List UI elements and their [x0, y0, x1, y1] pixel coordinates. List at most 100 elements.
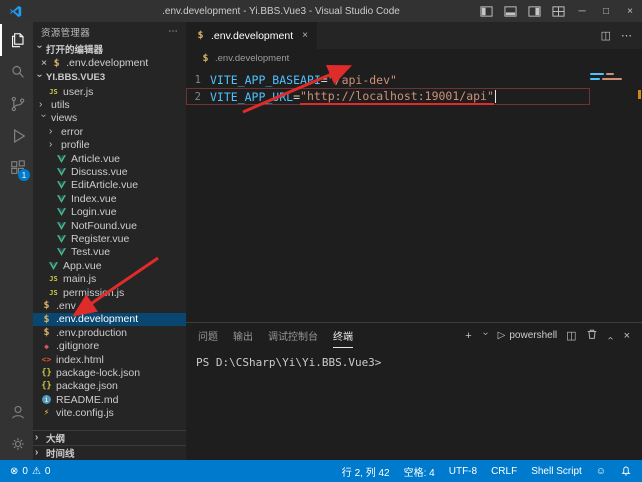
- vue-file-icon: [56, 235, 67, 243]
- open-editor-item[interactable]: × $ .env.development: [33, 56, 186, 70]
- indent-setting[interactable]: 空格: 4: [404, 464, 435, 479]
- tree-folder[interactable]: ›utils: [33, 98, 186, 111]
- encoding[interactable]: UTF-8: [449, 466, 477, 477]
- overview-ruler-mark: [638, 90, 641, 99]
- feedback-smiley-icon[interactable]: ☺: [596, 466, 606, 477]
- tree-folder[interactable]: ›profile: [33, 139, 186, 152]
- open-editors-header[interactable]: › 打开的编辑器: [33, 41, 186, 56]
- tab-terminal[interactable]: 终端: [333, 323, 353, 348]
- problems-status[interactable]: ⊗ 0 ⚠ 0: [10, 466, 50, 477]
- new-terminal-icon[interactable]: +: [465, 330, 471, 342]
- env-file-icon: $: [41, 300, 52, 311]
- close-tab-icon[interactable]: ×: [302, 30, 308, 41]
- explorer-sidebar: 资源管理器 ⋯ › 打开的编辑器 × $ .env.development › …: [33, 22, 186, 460]
- tree-item[interactable]: $.env: [33, 299, 186, 312]
- tree-item[interactable]: JSuser.js: [33, 85, 186, 98]
- timeline-section-header[interactable]: › 时间线: [33, 445, 186, 460]
- project-root-header[interactable]: › YI.BBS.VUE3: [33, 70, 186, 85]
- tree-item[interactable]: iREADME.md: [33, 393, 186, 406]
- activity-bar: 1: [0, 22, 33, 460]
- toggle-sidebar-icon[interactable]: [474, 0, 498, 22]
- tree-item[interactable]: $.env.production: [33, 326, 186, 339]
- tree-item[interactable]: ◆.gitignore: [33, 339, 186, 352]
- tree-item[interactable]: ⚡vite.config.js: [33, 406, 186, 419]
- search-icon[interactable]: [0, 56, 33, 88]
- terminal-shell-selector[interactable]: ▷ powershell: [498, 330, 558, 341]
- toggle-panel-icon[interactable]: [498, 0, 522, 22]
- js-file-icon: JS: [48, 88, 59, 96]
- sidebar-title-row: 资源管理器 ⋯: [33, 22, 186, 41]
- env-file-icon: $: [200, 53, 211, 64]
- env-file-icon: $: [41, 327, 52, 338]
- maximize-panel-icon[interactable]: ›: [606, 332, 616, 340]
- tree-item[interactable]: Register.vue: [33, 232, 186, 245]
- text-cursor: [495, 90, 496, 103]
- eol-setting[interactable]: CRLF: [491, 466, 517, 477]
- code-editor[interactable]: 1 VITE_APP_BASEAPI="/api-dev" 2 VITE_APP…: [186, 68, 642, 322]
- tab-env-development[interactable]: $ .env.development ×: [186, 22, 317, 49]
- warning-icon: ⚠: [32, 466, 41, 477]
- outline-section-header[interactable]: › 大纲: [33, 430, 186, 445]
- customize-layout-icon[interactable]: [546, 0, 570, 22]
- tree-item[interactable]: Index.vue: [33, 192, 186, 205]
- split-editor-icon[interactable]: ◫: [601, 29, 611, 42]
- notifications-bell-icon[interactable]: [620, 464, 632, 479]
- close-editor-icon[interactable]: ×: [41, 57, 47, 69]
- bottom-panel: 问题 输出 调试控制台 终端 + › ▷ powershell ◫: [186, 322, 642, 460]
- vue-file-icon: [56, 155, 67, 163]
- status-bar: ⊗ 0 ⚠ 0 行 2, 列 42 空格: 4 UTF-8 CRLF Shell…: [0, 460, 642, 482]
- tree-item[interactable]: Login.vue: [33, 206, 186, 219]
- editor-group: $ .env.development × ◫ ⋯ $ .env.developm…: [186, 22, 642, 460]
- tree-folder[interactable]: ›error: [33, 125, 186, 138]
- chevron-right-icon: ›: [49, 127, 57, 137]
- tree-item[interactable]: {}package.json: [33, 380, 186, 393]
- language-mode[interactable]: Shell Script: [531, 466, 582, 477]
- tree-folder[interactable]: ›views: [33, 112, 186, 125]
- close-panel-icon[interactable]: ×: [624, 330, 630, 342]
- tab-debug-console[interactable]: 调试控制台: [268, 323, 318, 348]
- more-actions-icon[interactable]: ⋯: [621, 29, 632, 42]
- tab-output[interactable]: 输出: [233, 323, 253, 348]
- run-debug-icon[interactable]: [0, 120, 33, 152]
- tree-item[interactable]: NotFound.vue: [33, 219, 186, 232]
- source-control-icon[interactable]: [0, 88, 33, 120]
- minimap[interactable]: [590, 73, 630, 83]
- terminal-play-icon: ▷: [498, 330, 506, 341]
- explorer-icon[interactable]: [0, 24, 33, 56]
- title-bar: .env.development - Yi.BBS.Vue3 - Visual …: [0, 0, 642, 22]
- cursor-position[interactable]: 行 2, 列 42: [342, 464, 390, 479]
- toggle-secondary-sidebar-icon[interactable]: [522, 0, 546, 22]
- tree-item[interactable]: {}package-lock.json: [33, 366, 186, 379]
- extensions-badge: 1: [18, 169, 30, 181]
- tab-problems[interactable]: 问题: [198, 323, 218, 348]
- json-file-icon: {}: [41, 368, 52, 378]
- tree-item[interactable]: JSpermission.js: [33, 286, 186, 299]
- launch-profile-chevron-icon[interactable]: ›: [480, 332, 490, 340]
- chevron-right-icon: ›: [49, 140, 57, 150]
- code-line-2[interactable]: 2 VITE_APP_URL="http://localhost:19001/a…: [186, 88, 590, 105]
- kill-terminal-icon[interactable]: [586, 328, 598, 343]
- vue-file-icon: [56, 222, 67, 230]
- tree-item-selected[interactable]: $.env.development: [33, 313, 186, 326]
- maximize-button[interactable]: □: [594, 0, 618, 22]
- tree-item[interactable]: Article.vue: [33, 152, 186, 165]
- breadcrumb[interactable]: $ .env.development: [186, 49, 642, 68]
- tree-item[interactable]: JSmain.js: [33, 272, 186, 285]
- tree-item[interactable]: EditArticle.vue: [33, 179, 186, 192]
- split-terminal-icon[interactable]: ◫: [566, 329, 576, 342]
- tree-item[interactable]: Discuss.vue: [33, 165, 186, 178]
- window-controls: ─ □ ×: [474, 0, 642, 22]
- code-line-1[interactable]: 1 VITE_APP_BASEAPI="/api-dev": [186, 71, 590, 88]
- minimize-button[interactable]: ─: [570, 0, 594, 22]
- tree-item[interactable]: App.vue: [33, 259, 186, 272]
- editor-tab-bar: $ .env.development × ◫ ⋯: [186, 22, 642, 49]
- close-window-button[interactable]: ×: [618, 0, 642, 22]
- terminal-output[interactable]: PS D:\CSharp\Yi\Yi.BBS.Vue3>: [186, 348, 642, 460]
- account-icon[interactable]: [0, 396, 33, 428]
- main-area: 1 资源管理器 ⋯ › 打开的编辑器 × $ .env.development: [0, 22, 642, 460]
- tree-item[interactable]: Test.vue: [33, 246, 186, 259]
- settings-gear-icon[interactable]: [0, 428, 33, 460]
- extensions-icon[interactable]: 1: [0, 152, 33, 184]
- views-and-more-actions-icon[interactable]: ⋯: [168, 26, 178, 37]
- tree-item[interactable]: <>index.html: [33, 353, 186, 366]
